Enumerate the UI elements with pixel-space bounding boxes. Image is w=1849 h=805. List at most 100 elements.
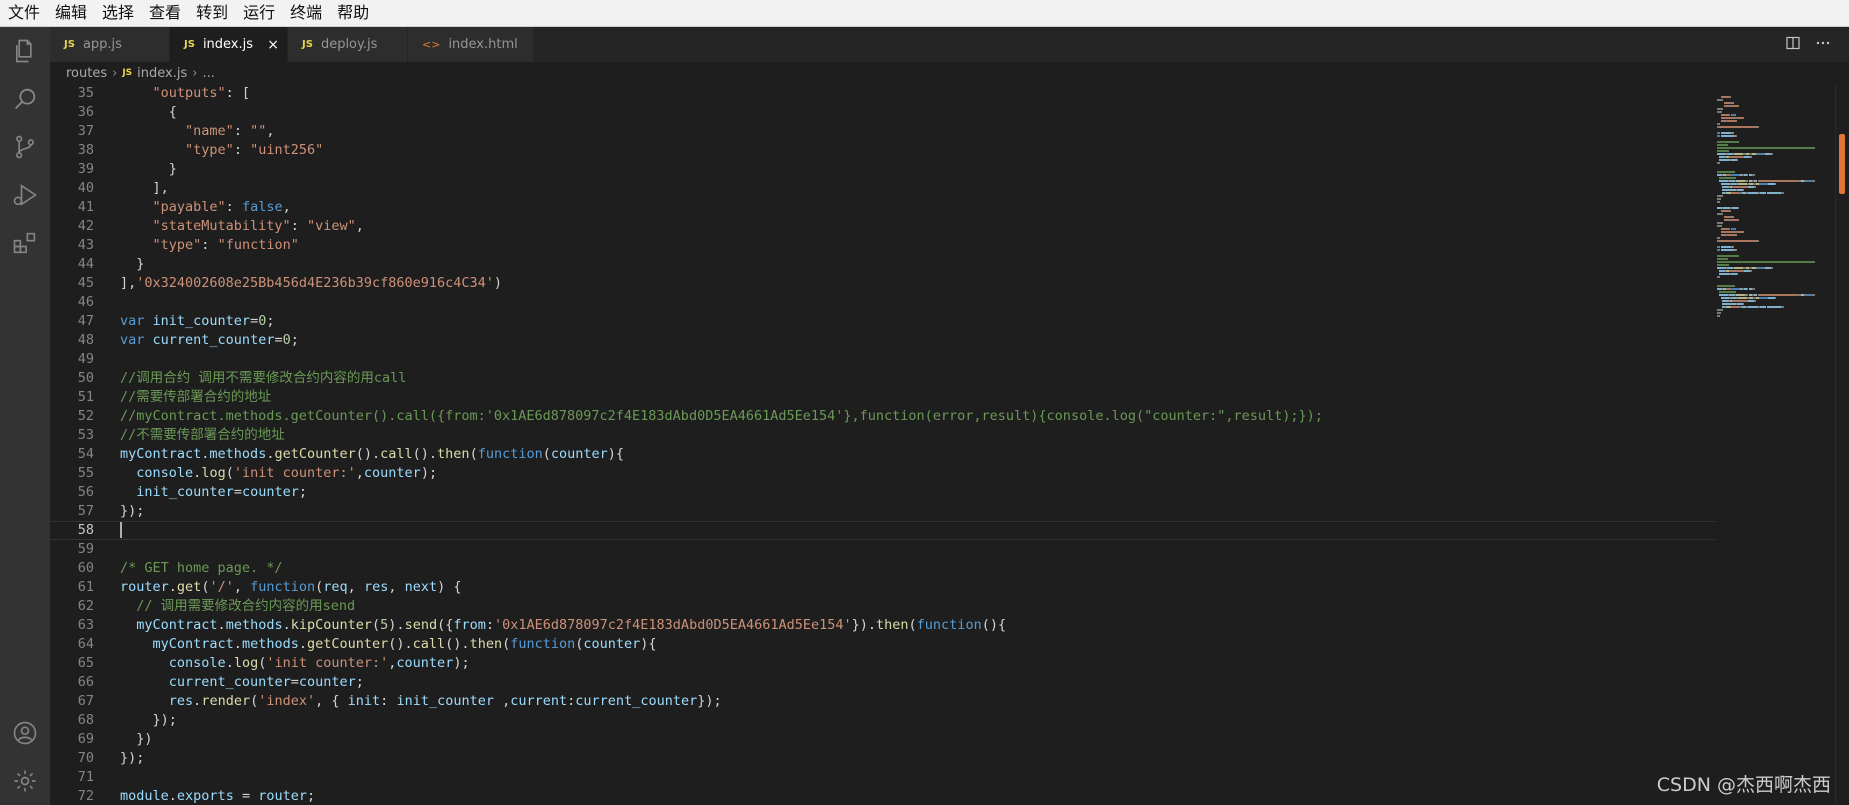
code-line[interactable]: 55 console.log('init counter:',counter); <box>50 464 1715 483</box>
code-token: '0x1AE6d878097c2f4E183dAbd0D5EA4661Ad5Ee… <box>494 617 852 633</box>
vertical-scrollbar[interactable] <box>1835 84 1849 805</box>
explorer-icon[interactable] <box>11 37 39 65</box>
code-line[interactable]: 52 //myContract.methods.getCounter().call… <box>50 407 1715 426</box>
code-line[interactable]: 41 "payable": false, <box>50 198 1715 217</box>
line-number: 72 <box>77 788 94 804</box>
menu-item[interactable]: 转到 <box>188 0 235 26</box>
menu-item[interactable]: 帮助 <box>329 0 376 26</box>
minimap[interactable] <box>1715 84 1835 805</box>
tab-index-js[interactable]: JS index.js × <box>170 27 288 62</box>
code-line[interactable]: 37 "name": "", <box>50 122 1715 141</box>
menu-item[interactable]: 编辑 <box>47 0 94 26</box>
code-line[interactable]: 35 "outputs": [ <box>50 84 1715 103</box>
code-line[interactable]: 62 // 调用需要修改合约内容的用send <box>50 597 1715 616</box>
tab-app-js[interactable]: JS app.js <box>50 27 170 62</box>
code-line[interactable]: 47 var init_counter=0; <box>50 312 1715 331</box>
code-line[interactable]: 46 <box>50 293 1715 312</box>
line-number: 55 <box>77 465 94 481</box>
code-line[interactable]: 48 var current_counter=0; <box>50 331 1715 350</box>
breadcrumb-more[interactable]: ... <box>202 66 214 81</box>
settings-gear-icon[interactable] <box>11 767 39 795</box>
code-line[interactable]: 53 //不需要传部署合约的地址 <box>50 426 1715 445</box>
code-line[interactable]: 63 myContract.methods.kipCounter(5).send… <box>50 616 1715 635</box>
code-line[interactable]: 40 ], <box>50 179 1715 198</box>
code-token: = <box>290 674 299 690</box>
code-line[interactable]: 68 }); <box>50 711 1715 730</box>
extensions-icon[interactable] <box>11 229 39 257</box>
code-text: //调用合约 调用不需要修改合约内容的用call <box>120 369 406 388</box>
code-line[interactable]: 61 router.get('/', function(req, res, nex… <box>50 578 1715 597</box>
code-line[interactable]: 51 //需要传部署合约的地址 <box>50 388 1715 407</box>
chevron-right-icon: › <box>192 65 198 81</box>
code-line[interactable]: 45],'0x324002608e25Bb456d4E236b39cf860e9… <box>50 274 1715 293</box>
more-actions-icon[interactable] <box>1815 35 1831 55</box>
minimap-line <box>1771 267 1773 269</box>
code-token: function <box>510 636 576 652</box>
source-control-icon[interactable] <box>11 133 39 161</box>
split-editor-icon[interactable] <box>1785 35 1801 55</box>
code-token: : <box>485 617 494 633</box>
menu-item[interactable]: 文件 <box>0 0 47 26</box>
code-line[interactable]: 57}); <box>50 502 1715 521</box>
code-line[interactable]: 60 /* GET home page. */ <box>50 559 1715 578</box>
code-token: : [ <box>225 85 251 101</box>
minimap-line <box>1758 126 1760 128</box>
menu-item[interactable]: 终端 <box>282 0 329 26</box>
code-line[interactable]: 59 <box>50 540 1715 559</box>
code-line[interactable]: 66 current_counter=counter; <box>50 673 1715 692</box>
code-token: = <box>274 332 283 348</box>
code-line[interactable]: 56 init_counter=counter; <box>50 483 1715 502</box>
code-token: 0 <box>282 332 291 348</box>
menu-item[interactable]: 选择 <box>94 0 141 26</box>
menu-item[interactable]: 运行 <box>235 0 282 26</box>
code-token: } <box>120 256 145 272</box>
code-token: current <box>510 693 568 709</box>
scroll-thumb[interactable] <box>1839 134 1845 194</box>
line-number: 52 <box>77 408 94 424</box>
code-line[interactable]: 39 } <box>50 160 1715 179</box>
code-line[interactable]: 65 console.log('init counter:',counter); <box>50 654 1715 673</box>
code-editor[interactable]: 35 "outputs": [36 {37 "name": "", 38 "typ… <box>50 84 1715 805</box>
code-line[interactable]: 58 <box>50 521 1715 540</box>
menu-item[interactable]: 查看 <box>141 0 188 26</box>
code-token: : <box>201 237 218 253</box>
code-line[interactable]: 72 module.exports = router; <box>50 787 1715 805</box>
code-line[interactable]: 54 myContract.methods.getCounter().call()… <box>50 445 1715 464</box>
minimap-line <box>1717 255 1739 257</box>
run-debug-icon[interactable] <box>11 181 39 209</box>
code-token: ( <box>225 465 234 481</box>
code-line[interactable]: 67 res.render('index', { init: init_coun… <box>50 692 1715 711</box>
close-icon[interactable]: × <box>267 37 279 53</box>
tab-index-html[interactable]: <> index.html <box>408 27 534 62</box>
code-line[interactable]: 43 "type": "function" <box>50 236 1715 255</box>
code-token: "name" <box>185 123 234 139</box>
search-icon[interactable] <box>11 85 39 113</box>
code-token: , <box>355 465 364 481</box>
code-token: ){ <box>640 636 657 652</box>
minimap-line <box>1717 141 1739 143</box>
code-line[interactable]: 42 "stateMutability": "view", <box>50 217 1715 236</box>
tab-deploy-js[interactable]: JS deploy.js <box>288 27 408 62</box>
code-line[interactable]: 38 "type": "uint256" <box>50 141 1715 160</box>
code-line[interactable]: 64 myContract.methods.getCounter().call(… <box>50 635 1715 654</box>
code-line[interactable]: 50 //调用合约 调用不需要修改合约内容的用call <box>50 369 1715 388</box>
minimap-line <box>1780 192 1784 194</box>
code-line[interactable]: 49 <box>50 350 1715 369</box>
minimap-line <box>1717 99 1724 101</box>
breadcrumb-folder[interactable]: routes <box>66 66 107 81</box>
code-line[interactable]: 70}); <box>50 749 1715 768</box>
code-line[interactable]: 69 }) <box>50 730 1715 749</box>
minimap-line <box>1758 180 1798 182</box>
code-token: (). <box>355 446 381 462</box>
code-token: }); <box>697 693 722 709</box>
minimap-line <box>1733 186 1747 188</box>
code-line[interactable]: 36 { <box>50 103 1715 122</box>
code-line[interactable]: 44 } <box>50 255 1715 274</box>
account-icon[interactable] <box>11 719 39 747</box>
code-line[interactable]: 71 <box>50 768 1715 787</box>
minimap-line <box>1717 225 1723 227</box>
breadcrumb-file[interactable]: index.js <box>137 66 187 81</box>
minimap-line <box>1734 153 1744 155</box>
minimap-line <box>1717 195 1724 197</box>
